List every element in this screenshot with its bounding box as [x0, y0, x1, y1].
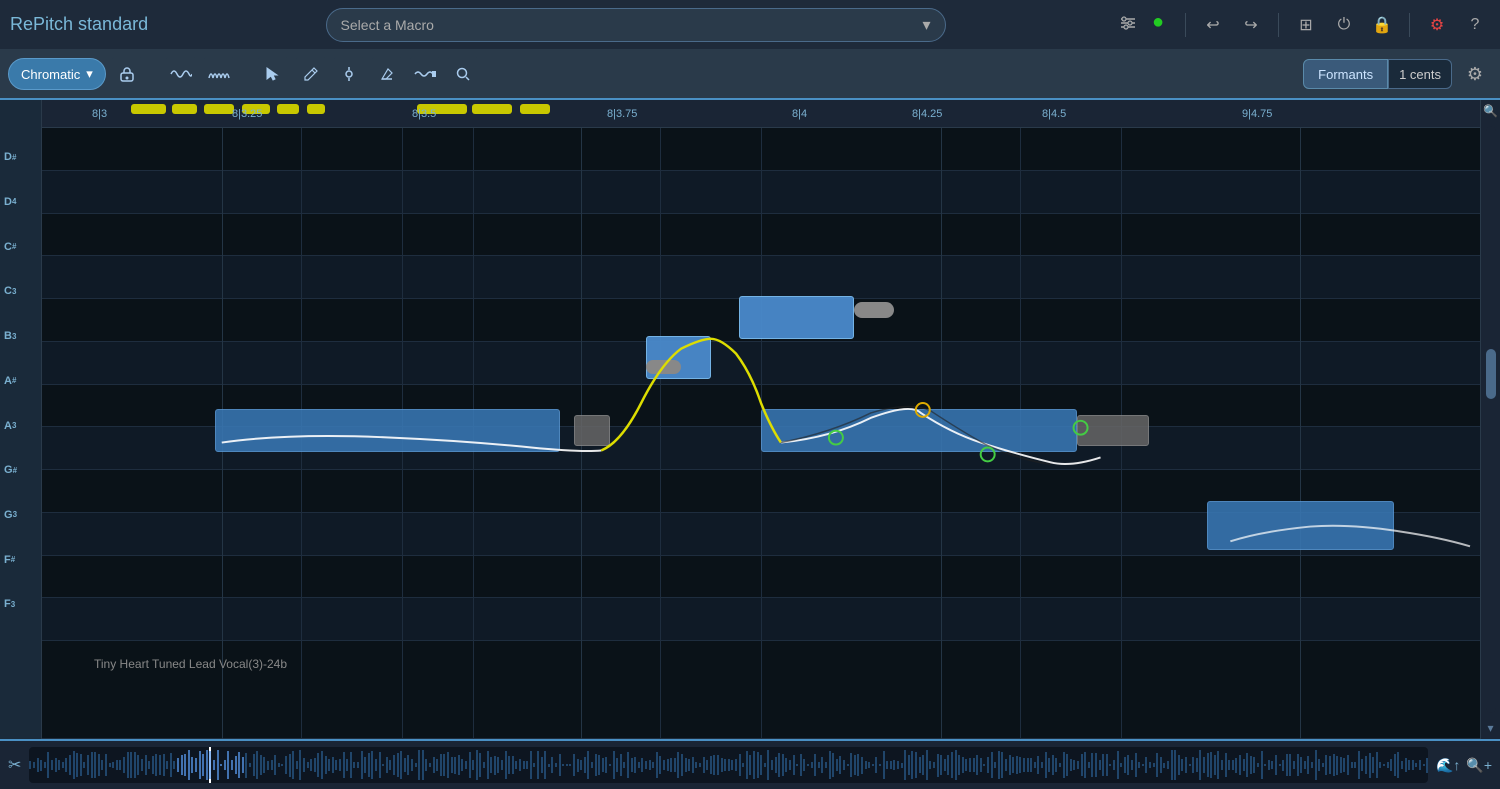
select-tool[interactable]: [256, 57, 290, 91]
pitch-grid: [42, 128, 1480, 739]
grid-button[interactable]: ⊞: [1291, 10, 1321, 40]
note-block-3[interactable]: [1207, 501, 1394, 550]
scissors-icon[interactable]: ✂: [8, 755, 21, 775]
cents-display: 1 cents: [1388, 59, 1452, 89]
pen-tool[interactable]: [332, 57, 366, 91]
undo-button[interactable]: ↩: [1198, 10, 1228, 40]
time-marker-9475: 9|4.75: [1242, 108, 1272, 120]
wave-icon[interactable]: 🌊↑: [1436, 757, 1460, 774]
ruler-segment: [172, 104, 197, 114]
file-label: Tiny Heart Tuned Lead Vocal(3)-24b: [94, 657, 287, 671]
ruler-segment: [131, 104, 166, 114]
bottom-right-controls: 🌊↑ 🔍+: [1436, 757, 1492, 774]
toolbar-right: Formants 1 cents ⚙: [1303, 57, 1492, 91]
filter-settings-button[interactable]: [1113, 8, 1143, 38]
separator-2: [1278, 13, 1279, 37]
ruler-segment: [277, 104, 299, 114]
macro-selector[interactable]: Select a Macro ▾: [326, 8, 946, 42]
help-button[interactable]: ?: [1460, 10, 1490, 40]
bottom-bar: ✂ 🌊↑ 🔍+: [0, 739, 1500, 789]
lock-notes-button[interactable]: [110, 57, 144, 91]
chevron-down-icon: ▾: [923, 15, 931, 35]
note-label-csharp: C#: [0, 241, 41, 253]
top-bar: RePitch standard Select a Macro ▾ ● ↩ ↪ …: [0, 0, 1500, 50]
formants-button[interactable]: Formants: [1303, 59, 1388, 89]
note-block-1[interactable]: [215, 409, 560, 452]
app-title: RePitch standard: [10, 14, 148, 35]
note-block-gray-2[interactable]: [1077, 415, 1149, 446]
waveform-tool-2[interactable]: [202, 57, 236, 91]
scrollbar-thumb[interactable]: [1486, 349, 1496, 399]
app-name-light: standard: [78, 14, 148, 34]
time-marker-835: 8|3.5: [412, 108, 436, 120]
time-marker-8425: 8|4.25: [912, 108, 942, 120]
status-green-button[interactable]: ●: [1143, 8, 1173, 38]
pencil-tool[interactable]: [294, 57, 328, 91]
eraser-tool[interactable]: [370, 57, 404, 91]
note-label-b3: B3: [0, 330, 41, 342]
note-label-g3: G3: [0, 509, 41, 521]
time-marker-8325: 8|3.25: [232, 108, 262, 120]
note-label-d4: D4: [0, 196, 41, 208]
scale-selector[interactable]: Chromatic ▾: [8, 58, 106, 90]
note-label-dsharp: D#: [0, 151, 41, 163]
grid-area[interactable]: 8|3 8|3.25 8|3.5 8|3.75 8|4 8|4.25 8|4.5…: [42, 100, 1480, 739]
note-label-asharp: A#: [0, 375, 41, 387]
ruler-segment: [520, 104, 550, 114]
toolbar: Chromatic ▾ Formants 1 cents ⚙: [0, 50, 1500, 100]
wave-edit-tool[interactable]: [408, 57, 442, 91]
zoom-icon[interactable]: 🔍+: [1466, 757, 1492, 774]
note-block-2[interactable]: [761, 409, 1077, 452]
scale-chevron-icon: ▾: [86, 66, 93, 82]
scroll-down-icon[interactable]: ▾: [1483, 717, 1497, 739]
separator-3: [1409, 13, 1410, 37]
time-marker-84: 8|4: [792, 108, 807, 120]
macro-select-label: Select a Macro: [341, 17, 434, 33]
note-label-fsharp: F#: [0, 554, 41, 566]
note-label-a3: A3: [0, 420, 41, 432]
lock-button[interactable]: 🔒: [1367, 10, 1397, 40]
time-marker-83: 8|3: [92, 108, 107, 120]
waveform-tool-1[interactable]: [164, 57, 198, 91]
ruler-segment: [307, 104, 325, 114]
time-ruler: 8|3 8|3.25 8|3.5 8|3.75 8|4 8|4.25 8|4.5…: [42, 100, 1480, 128]
ruler-segment: [472, 104, 512, 114]
time-marker-8375: 8|3.75: [607, 108, 637, 120]
scroll-zoom-icon[interactable]: 🔍: [1479, 100, 1500, 122]
note-knob: [854, 302, 894, 318]
scrollbar-track[interactable]: [1486, 126, 1496, 713]
separator-1: [1185, 13, 1186, 37]
note-label-c3: C3: [0, 285, 41, 297]
main-area: D# D4 C# C3 B3 A# A3 G# G3 F# F3 8|3 8|3…: [0, 100, 1500, 739]
power-button[interactable]: ⏻: [1329, 10, 1359, 40]
note-label-f3: F3: [0, 598, 41, 610]
redo-button[interactable]: ↪: [1236, 10, 1266, 40]
ruler-segment: [204, 104, 234, 114]
note-knob-2: [646, 360, 681, 374]
waveform-view[interactable]: [29, 747, 1428, 783]
scale-label: Chromatic: [21, 67, 80, 82]
search-tool[interactable]: [446, 57, 480, 91]
app-name-bold: RePitch: [10, 14, 73, 34]
right-scrollbar[interactable]: 🔍 ▾: [1480, 100, 1500, 739]
toolbar-settings-button[interactable]: ⚙: [1458, 57, 1492, 91]
note-block-selected-2[interactable]: [739, 296, 854, 339]
settings-button[interactable]: ⚙: [1422, 10, 1452, 40]
time-marker-845: 8|4.5: [1042, 108, 1066, 120]
note-block-gray-1[interactable]: [574, 415, 610, 446]
piano-labels: D# D4 C# C3 B3 A# A3 G# G3 F# F3: [0, 100, 42, 739]
note-label-gsharp: G#: [0, 464, 41, 476]
